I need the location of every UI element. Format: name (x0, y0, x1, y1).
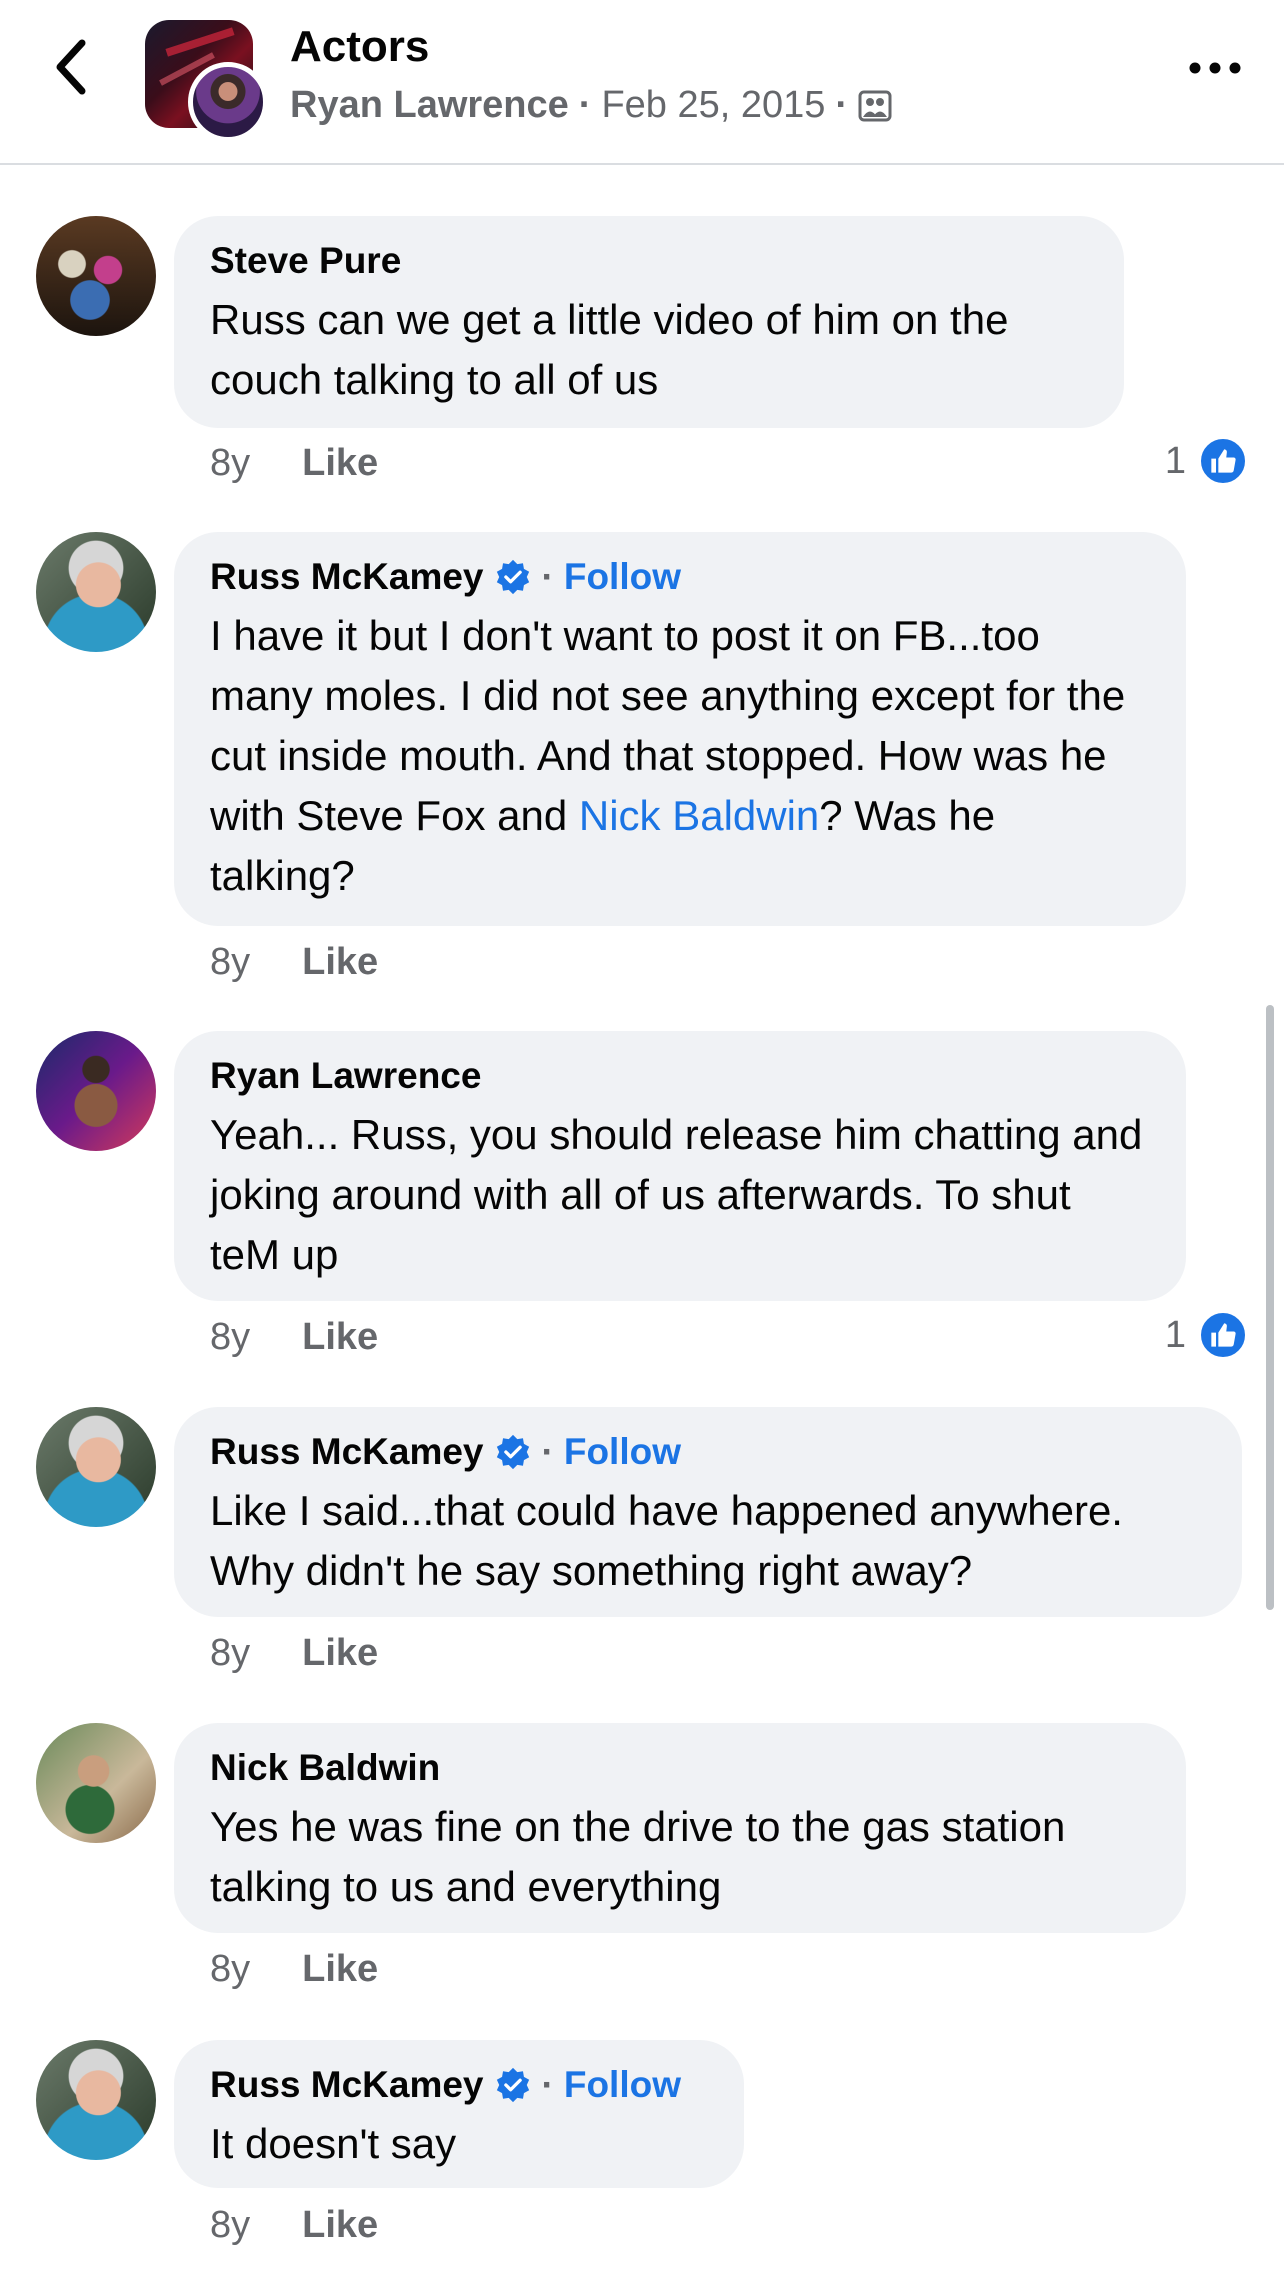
comment-bubble[interactable]: Russ McKamey · Follow It doesn't say (174, 2040, 744, 2188)
back-button[interactable] (40, 32, 100, 102)
comment-bubble[interactable]: Russ McKamey · Follow Like I said...that… (174, 1407, 1242, 1617)
comment-bubble[interactable]: Nick Baldwin Yes he was fine on the driv… (174, 1723, 1186, 1933)
comment-actions: 8y Like (210, 1948, 378, 1991)
verified-badge-icon (496, 1434, 529, 1470)
comment-author[interactable]: Ryan Lawrence (210, 1055, 481, 1097)
like-button[interactable]: Like (302, 1948, 378, 1991)
comment-actions: 8y Like (210, 1632, 378, 1675)
comment-time[interactable]: 8y (210, 941, 250, 984)
reaction-count[interactable]: 1 (1165, 436, 1248, 486)
scrollbar[interactable] (1266, 1005, 1274, 1610)
comment-time[interactable]: 8y (210, 2204, 250, 2247)
comment-text: It doesn't say (210, 2120, 457, 2167)
comment-time[interactable]: 8y (210, 1632, 250, 1675)
meta-separator: · (835, 84, 849, 126)
comment-author[interactable]: Russ McKamey (210, 1431, 484, 1473)
comment-text: Yeah... Russ, you should release him cha… (210, 1111, 1155, 1278)
follow-button[interactable]: Follow (564, 1431, 681, 1473)
comment-actions: 8y Like (210, 2204, 378, 2247)
avatar[interactable] (36, 1407, 156, 1527)
comment-author[interactable]: Steve Pure (210, 240, 401, 282)
like-button[interactable]: Like (302, 1632, 378, 1675)
comment-author[interactable]: Nick Baldwin (210, 1747, 440, 1789)
post-meta: Ryan Lawrence · Feb 25, 2015 · (290, 84, 892, 127)
meta-separator: · (578, 84, 592, 126)
comment-bubble[interactable]: Ryan Lawrence Yeah... Russ, you should r… (174, 1031, 1186, 1301)
comment-bubble[interactable]: Steve Pure Russ can we get a little vide… (174, 216, 1124, 428)
more-options-button[interactable] (1180, 48, 1250, 88)
comment-time[interactable]: 8y (210, 442, 250, 485)
comment-actions: 8y Like (210, 442, 378, 485)
avatar[interactable] (36, 216, 156, 336)
thumbs-up-icon (1198, 436, 1248, 486)
avatar[interactable] (36, 532, 156, 652)
like-button[interactable]: Like (302, 2204, 378, 2247)
comment-actions: 8y Like (210, 1316, 378, 1359)
reaction-number: 1 (1164, 439, 1186, 482)
follow-separator: · (541, 556, 554, 597)
comment-bubble[interactable]: Russ McKamey · Follow I have it but I do… (174, 532, 1186, 926)
reaction-count[interactable]: 1 (1165, 1310, 1248, 1360)
like-button[interactable]: Like (302, 442, 378, 485)
post-date[interactable]: Feb 25, 2015 (601, 84, 825, 127)
follow-separator: · (541, 1431, 554, 1472)
reaction-number: 1 (1164, 1313, 1186, 1356)
poster-name[interactable]: Ryan Lawrence (290, 84, 569, 127)
follow-separator: · (541, 2064, 554, 2105)
comment-actions: 8y Like (210, 941, 378, 984)
avatar[interactable] (36, 1031, 156, 1151)
verified-badge-icon (496, 559, 529, 595)
follow-button[interactable]: Follow (564, 2064, 681, 2106)
comment-text: Like I said...that could have happened a… (210, 1487, 1135, 1594)
mention-link[interactable]: Nick Baldwin (579, 792, 819, 839)
group-privacy-icon (858, 90, 892, 121)
comment-time[interactable]: 8y (210, 1316, 250, 1359)
avatar[interactable] (36, 1723, 156, 1843)
more-icon (1189, 62, 1241, 74)
verified-badge-icon (496, 2067, 529, 2103)
follow-button[interactable]: Follow (564, 556, 681, 598)
comment-text: Russ can we get a little video of him on… (210, 296, 1021, 403)
comment-time[interactable]: 8y (210, 1948, 250, 1991)
comment-author[interactable]: Russ McKamey (210, 556, 484, 598)
post-header: Actors Ryan Lawrence · Feb 25, 2015 · (0, 0, 1284, 165)
comment-author[interactable]: Russ McKamey (210, 2064, 484, 2106)
comment-text: Yes he was fine on the drive to the gas … (210, 1803, 1078, 1910)
comment-text: I have it but I don't want to post it on… (210, 612, 1137, 899)
poster-avatar[interactable] (188, 62, 268, 142)
thumbs-up-icon (1198, 1310, 1248, 1360)
like-button[interactable]: Like (302, 941, 378, 984)
chevron-left-icon (56, 39, 86, 95)
group-title[interactable]: Actors (290, 22, 429, 72)
avatar[interactable] (36, 2040, 156, 2160)
like-button[interactable]: Like (302, 1316, 378, 1359)
